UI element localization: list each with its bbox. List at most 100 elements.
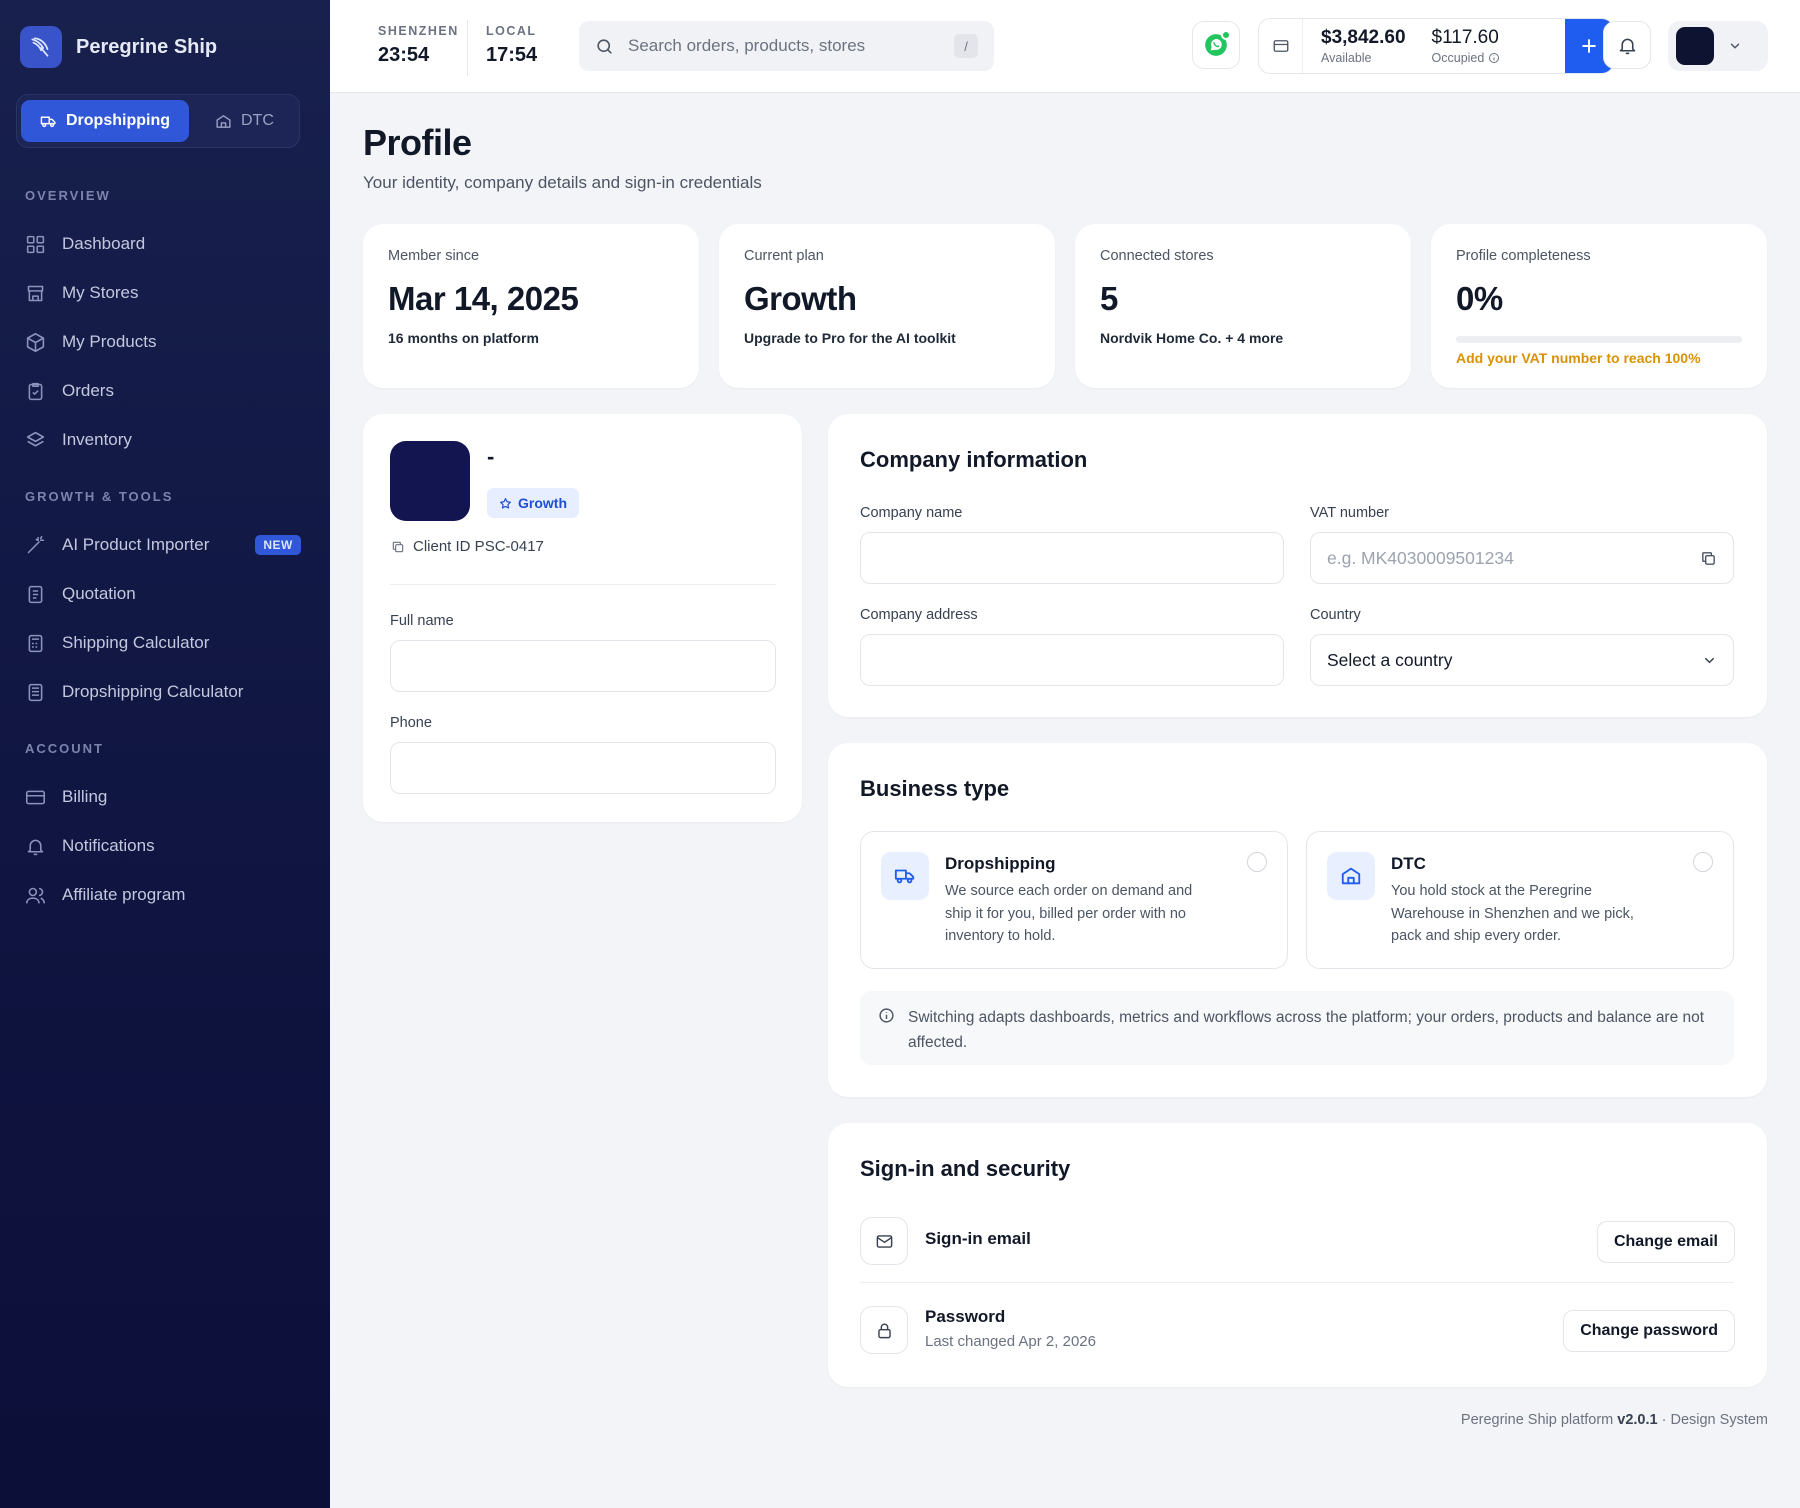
footer-design-system-link[interactable]: · Design System bbox=[1662, 1412, 1768, 1428]
notifications-button[interactable] bbox=[1603, 21, 1651, 69]
business-type-title: Business type bbox=[860, 776, 1010, 801]
plus-icon bbox=[1582, 39, 1596, 53]
calculator-icon bbox=[28, 634, 43, 652]
mode-dropshipping-button[interactable]: Dropshipping bbox=[21, 100, 189, 142]
info-icon bbox=[879, 1008, 894, 1023]
mode-dtc-label: DTC bbox=[241, 112, 274, 129]
warehouse-icon bbox=[216, 114, 231, 128]
business-option-dtc[interactable]: DTC You hold stock at the Peregrine Ware… bbox=[1306, 831, 1734, 969]
copy-icon bbox=[392, 541, 404, 552]
sidebar-item-my-products[interactable]: My Products bbox=[25, 324, 305, 360]
nav-section-overview: OVERVIEW bbox=[25, 188, 111, 203]
sign-in-security-card: Sign-in and security Sign-in email Chang… bbox=[828, 1123, 1767, 1387]
info-icon[interactable] bbox=[1488, 52, 1500, 64]
divider bbox=[390, 584, 776, 585]
stat-label: Connected stores bbox=[1100, 248, 1214, 264]
store-icon bbox=[27, 285, 44, 301]
country-select-value: Select a country bbox=[1327, 649, 1453, 670]
sidebar-item-label: My Stores bbox=[62, 283, 139, 302]
sidebar-item-my-stores[interactable]: My Stores bbox=[25, 275, 305, 311]
phone-field[interactable] bbox=[390, 742, 776, 794]
mode-dropshipping-label: Dropshipping bbox=[66, 112, 170, 129]
sidebar-item-quotation[interactable]: Quotation bbox=[25, 576, 305, 612]
stat-note: Upgrade to Pro for the AI toolkit bbox=[744, 330, 956, 346]
password-title: Password bbox=[925, 1307, 1006, 1326]
credit-card-icon bbox=[25, 790, 46, 804]
grid-icon bbox=[26, 235, 45, 253]
stat-label: Profile completeness bbox=[1456, 248, 1591, 264]
clock-city: LOCAL bbox=[486, 24, 537, 38]
user-menu-button[interactable] bbox=[1668, 21, 1768, 71]
phone-label: Phone bbox=[390, 715, 432, 731]
company-address-label: Company address bbox=[860, 607, 978, 623]
sidebar-item-inventory[interactable]: Inventory bbox=[25, 422, 305, 458]
stat-note: Nordvik Home Co. + 4 more bbox=[1100, 330, 1284, 346]
online-status-dot bbox=[1221, 30, 1231, 40]
company-address-field[interactable] bbox=[860, 634, 1284, 686]
document-icon bbox=[28, 585, 43, 603]
bell-icon bbox=[27, 839, 44, 855]
business-option-description: We source each order on demand and ship … bbox=[945, 883, 1193, 944]
brand[interactable]: Peregrine Ship bbox=[20, 26, 217, 68]
clock-divider bbox=[467, 20, 468, 76]
change-password-button[interactable]: Change password bbox=[1563, 1310, 1735, 1352]
profile-card: - Growth Client ID PSC-0417 Full name Ph… bbox=[363, 414, 802, 822]
sidebar-item-label: My Products bbox=[62, 332, 157, 351]
business-option-description: You hold stock at the Peregrine Warehous… bbox=[1391, 883, 1634, 944]
sidebar-item-billing[interactable]: Billing bbox=[25, 779, 305, 815]
sidebar-item-shipping-calculator[interactable]: Shipping Calculator bbox=[25, 625, 305, 661]
sidebar-item-ai-product-importer[interactable]: AI Product Importer NEW bbox=[25, 527, 305, 563]
search-icon bbox=[597, 38, 612, 54]
copy-icon[interactable] bbox=[1700, 550, 1717, 567]
stat-card-member-since: Member since Mar 14, 2025 16 months on p… bbox=[363, 224, 699, 388]
stat-value: Mar 14, 2025 bbox=[388, 280, 579, 317]
sidebar-item-dashboard[interactable]: Dashboard bbox=[25, 226, 305, 262]
completeness-hint: Add your VAT number to reach 100% bbox=[1456, 350, 1701, 366]
business-option-radio[interactable] bbox=[1247, 852, 1267, 872]
business-option-title: Dropshipping bbox=[945, 854, 1056, 873]
password-last-changed: Last changed Apr 2, 2026 bbox=[925, 1333, 1096, 1350]
company-name-label: Company name bbox=[860, 505, 963, 521]
business-type-card: Business type Dropshipping We source eac… bbox=[828, 743, 1767, 1097]
available-balance: $3,842.60 Available bbox=[1303, 27, 1424, 65]
company-name-field[interactable] bbox=[860, 532, 1284, 584]
client-id-text: Client ID PSC-0417 bbox=[413, 538, 544, 555]
sign-in-security-title: Sign-in and security bbox=[860, 1156, 1071, 1181]
page-subtitle: Your identity, company details and sign-… bbox=[363, 173, 762, 192]
mode-switch: Dropshipping DTC bbox=[16, 94, 300, 148]
sidebar-item-dropshipping-calculator[interactable]: Dropshipping Calculator bbox=[25, 674, 305, 710]
mode-dtc-button[interactable]: DTC bbox=[197, 100, 292, 142]
sidebar-item-label: Billing bbox=[62, 787, 108, 806]
full-name-field[interactable] bbox=[390, 640, 776, 692]
country-select[interactable]: Select a country bbox=[1310, 634, 1734, 686]
sidebar-item-label: Dashboard bbox=[62, 234, 146, 253]
sidebar-item-affiliate-program[interactable]: Affiliate program bbox=[25, 877, 305, 913]
truck-icon bbox=[881, 852, 929, 900]
available-label: Available bbox=[1321, 51, 1372, 65]
country-label: Country bbox=[1310, 607, 1361, 623]
client-id[interactable]: Client ID PSC-0417 bbox=[391, 538, 544, 555]
nav-section-account: ACCOUNT bbox=[25, 741, 104, 756]
mail-icon bbox=[860, 1217, 908, 1265]
vat-number-field[interactable]: e.g. MK4030009501234 bbox=[1310, 532, 1734, 584]
sign-in-email-title: Sign-in email bbox=[925, 1229, 1031, 1248]
sidebar-item-orders[interactable]: Orders bbox=[25, 373, 305, 409]
page-title: Profile bbox=[363, 122, 472, 163]
wallet-icon bbox=[1259, 19, 1303, 73]
whatsapp-button[interactable] bbox=[1192, 21, 1240, 69]
search-placeholder: Search orders, products, stores bbox=[628, 36, 866, 55]
new-badge: NEW bbox=[255, 535, 301, 555]
vat-number-placeholder: e.g. MK4030009501234 bbox=[1327, 547, 1514, 568]
truck-icon bbox=[40, 116, 56, 127]
calculator-icon bbox=[28, 683, 43, 701]
sidebar-item-notifications[interactable]: Notifications bbox=[25, 828, 305, 864]
change-email-button[interactable]: Change email bbox=[1596, 1221, 1735, 1263]
business-option-radio[interactable] bbox=[1693, 852, 1713, 872]
stat-note: 16 months on platform bbox=[388, 330, 539, 346]
chevron-down-icon bbox=[1705, 657, 1714, 663]
info-note-text: Switching adapts dashboards, metrics and… bbox=[908, 1009, 1705, 1051]
business-option-title: DTC bbox=[1391, 854, 1426, 873]
business-option-dropshipping[interactable]: Dropshipping We source each order on dem… bbox=[860, 831, 1288, 969]
search-input[interactable]: Search orders, products, stores / bbox=[579, 21, 994, 71]
avatar[interactable] bbox=[390, 441, 470, 521]
